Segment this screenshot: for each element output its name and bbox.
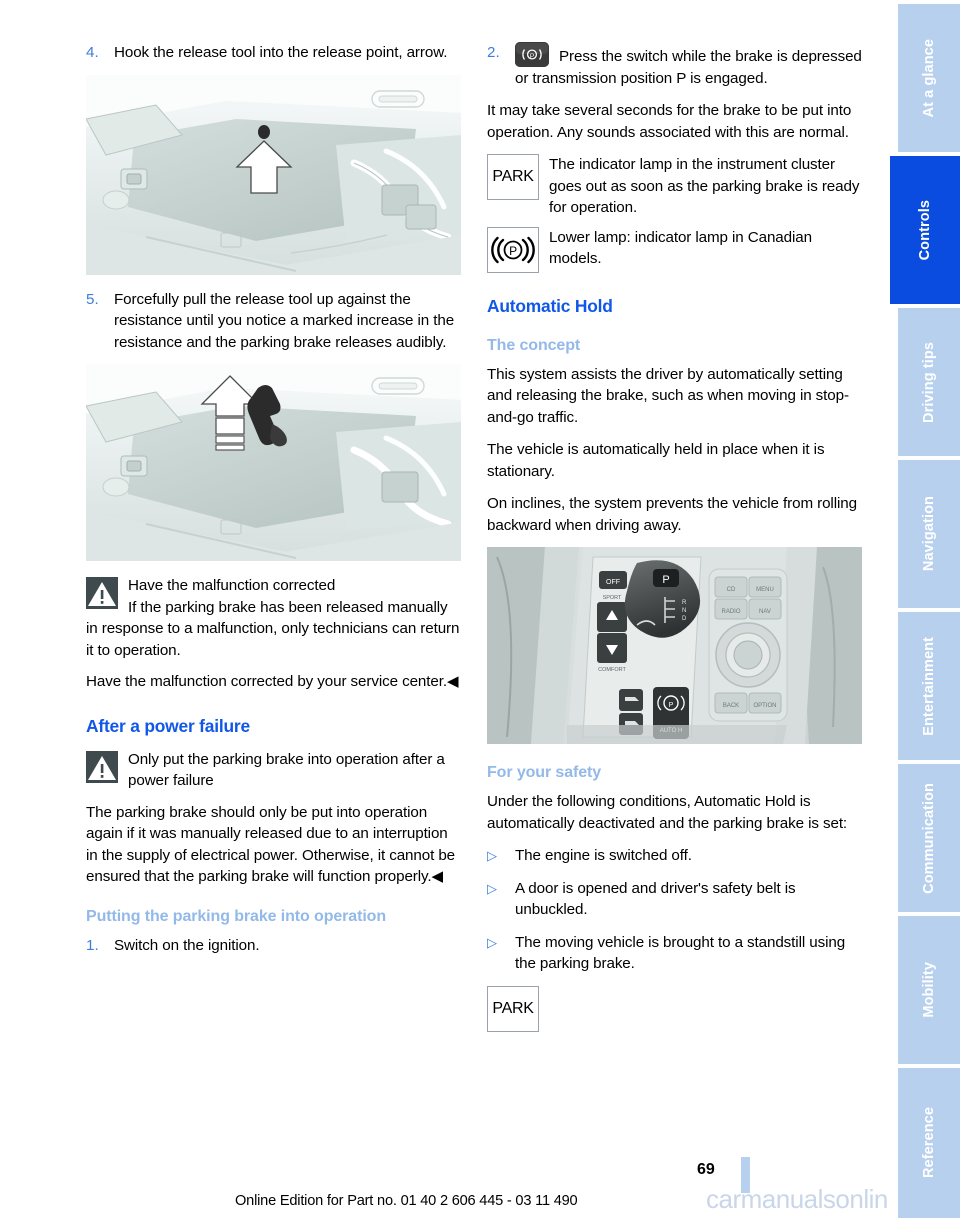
svg-text:R: R — [682, 600, 687, 606]
svg-text:P: P — [669, 702, 674, 709]
safety-bullet-1: ▷ The engine is switched off. — [487, 845, 862, 867]
safety-bullet-2-text: A door is opened and driver's safety bel… — [515, 879, 796, 919]
footer-edition-note: Online Edition for Part no. 01 40 2 606 … — [235, 1193, 578, 1209]
safety-bullet-1-text: The engine is switched off. — [515, 847, 692, 864]
concept-paragraph-1: This system assists the driver by automa… — [487, 365, 849, 426]
tab-driving-tips[interactable]: Driving tips — [898, 308, 960, 456]
step-5: 5. Forcefully pull the release tool up a… — [86, 289, 461, 354]
tab-driving-tips-label: Driving tips — [921, 341, 937, 423]
tab-controls[interactable]: Controls — [890, 156, 960, 304]
step-2: 2. P Press the switch while the brake is… — [487, 42, 862, 89]
subheading-the-concept: The concept — [487, 336, 581, 354]
figure-center-console-svg: OFF SPORT COMFORT P R N D P CD MENU RADI… — [487, 547, 862, 744]
heading-after-power-failure: After a power failure — [86, 715, 250, 736]
svg-text:CD: CD — [727, 587, 736, 593]
svg-text:P: P — [530, 53, 534, 60]
lamp-row-canadian: P Lower lamp: indicator lamp in Canadian… — [487, 226, 862, 273]
tab-mobility-label: Mobility — [921, 962, 937, 1018]
svg-text:P: P — [662, 574, 669, 586]
park-indicator-lamp-icon: PARK — [487, 154, 539, 200]
step-4: 4. Hook the release tool into the releas… — [86, 42, 461, 64]
subheading-for-your-safety: For your safety — [487, 764, 602, 781]
step-1-text: Switch on the ignition. — [114, 936, 260, 954]
step-1-number: 1. — [86, 936, 99, 954]
concept-paragraph-2: The vehicle is automatically held in pla… — [487, 441, 825, 480]
figure-release-tool — [86, 364, 461, 561]
tab-reference-label: Reference — [921, 1107, 937, 1179]
triangle-bullet-icon: ▷ — [487, 880, 497, 896]
page-content: 4. Hook the release tool into the releas… — [0, 0, 949, 1222]
lamp-row-park-footer: PARK — [487, 985, 862, 1032]
tab-navigation-label: Navigation — [921, 496, 937, 572]
parking-brake-switch-icon: P — [515, 42, 549, 67]
lamp-row-park-text: The indicator lamp in the instrument clu… — [549, 156, 860, 216]
svg-text:D: D — [682, 616, 687, 622]
tab-at-a-glance-label: At a glance — [921, 38, 937, 118]
canadian-parking-brake-lamp-icon: P — [487, 226, 539, 273]
lamp-row-canadian-text: Lower lamp: indicator lamp in Canadian m… — [549, 228, 812, 268]
section-tab-rail: At a glance Controls Driving tips Naviga… — [888, 0, 960, 1222]
svg-text:P: P — [509, 244, 517, 258]
warning-malfunction-title: Have the malfunction corrected — [128, 577, 336, 594]
step-4-number: 4. — [86, 44, 99, 61]
heading-putting-into-operation: Putting the parking brake into operation — [86, 907, 387, 925]
safety-bullet-2: ▷ A door is opened and driver's safety b… — [487, 878, 862, 921]
tab-mobility[interactable]: Mobility — [898, 916, 960, 1064]
tab-at-a-glance[interactable]: At a glance — [898, 4, 960, 152]
svg-text:RADIO: RADIO — [721, 609, 740, 615]
tab-entertainment-label: Entertainment — [921, 636, 937, 736]
safety-intro: Under the following conditions, Automati… — [487, 793, 848, 832]
warning-malfunction-body: If the parking brake has been released m… — [86, 598, 460, 659]
step-2-text: Press the switch while the brake is depr… — [515, 48, 862, 87]
concept-paragraph-3: On inclines, the system prevents the veh… — [487, 495, 857, 534]
parking-brake-switch-glyph: P — [515, 42, 549, 67]
svg-text:BACK: BACK — [723, 703, 739, 709]
tab-navigation[interactable]: Navigation — [898, 460, 960, 608]
svg-text:MENU: MENU — [756, 587, 774, 593]
right-text-column: 2. P Press the switch while the brake is… — [487, 42, 862, 1040]
warning-triangle-icon — [86, 750, 118, 783]
canadian-parking-brake-glyph: P — [491, 236, 535, 263]
figure-release-point-svg — [86, 74, 461, 275]
svg-text:COMFORT: COMFORT — [598, 667, 626, 673]
svg-text:OPTION: OPTION — [753, 703, 776, 709]
page-number: 69 — [697, 1161, 715, 1178]
step-5-text: Forcefully pull the release tool up agai… — [114, 290, 455, 351]
figure-center-console: OFF SPORT COMFORT P R N D P CD MENU RADI… — [487, 547, 862, 744]
lamp-row-park: PARK The indicator lamp in the instrumen… — [487, 154, 862, 219]
svg-text:SPORT: SPORT — [603, 595, 622, 601]
step-2-number: 2. — [487, 44, 500, 61]
svg-text:NAV: NAV — [759, 609, 771, 615]
svg-text:OFF: OFF — [606, 579, 620, 586]
park-indicator-lamp-icon: PARK — [487, 985, 539, 1032]
park-lamp-footer-label: PARK — [492, 999, 534, 1017]
heading-automatic-hold: Automatic Hold — [487, 295, 613, 316]
tab-communication[interactable]: Communication — [898, 764, 960, 912]
tab-communication-label: Communication — [921, 782, 937, 894]
warning-malfunction-followup: Have the malfunction corrected by your s… — [86, 673, 459, 690]
svg-text:N: N — [682, 608, 686, 614]
triangle-bullet-icon: ▷ — [487, 934, 497, 950]
warning-malfunction: Have the malfunction corrected If the pa… — [86, 575, 461, 661]
figure-release-tool-svg — [86, 364, 461, 561]
figure-release-point — [86, 74, 461, 275]
left-text-column: 4. Hook the release tool into the releas… — [86, 42, 461, 967]
step-1: 1. Switch on the ignition. — [86, 935, 461, 957]
step-4-text: Hook the release tool into the release p… — [114, 44, 448, 61]
park-lamp-label: PARK — [492, 168, 534, 185]
manual-page: 4. Hook the release tool into the releas… — [0, 0, 960, 1222]
safety-bullet-3: ▷ The moving vehicle is brought to a sta… — [487, 932, 862, 975]
triangle-bullet-icon: ▷ — [487, 848, 497, 863]
paragraph-brake-seconds: It may take several seconds for the brak… — [487, 102, 852, 141]
tab-reference[interactable]: Reference — [898, 1068, 960, 1218]
warning-triangle-icon — [86, 577, 118, 609]
tab-entertainment[interactable]: Entertainment — [898, 612, 960, 760]
warning-power-failure-body: The parking brake should only be put int… — [86, 803, 456, 886]
safety-bullet-3-text: The moving vehicle is brought to a stand… — [515, 933, 846, 973]
tab-controls-label: Controls — [917, 199, 933, 261]
warning-power-failure-title: Only put the parking brake into operatio… — [128, 750, 445, 790]
warning-power-failure: Only put the parking brake into operatio… — [86, 749, 461, 792]
step-5-number: 5. — [86, 290, 99, 308]
